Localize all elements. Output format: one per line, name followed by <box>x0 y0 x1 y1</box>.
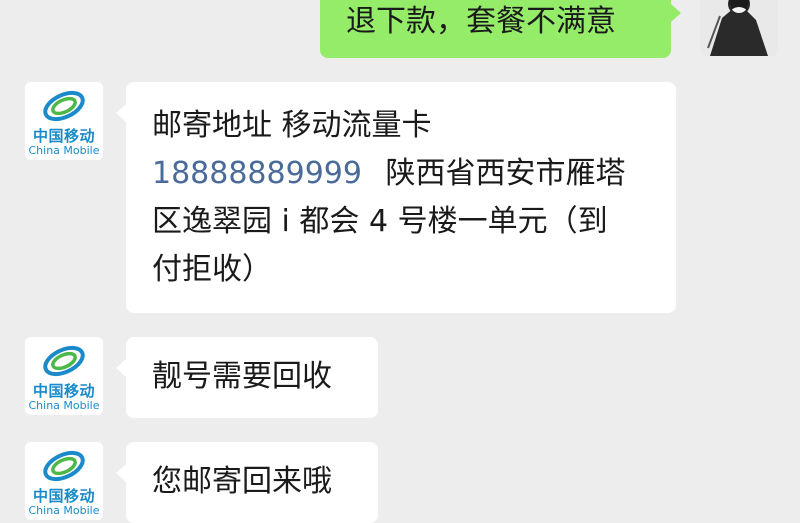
phone-number-link[interactable]: 18888889999 <box>152 156 362 191</box>
avatar-label-en: China Mobile <box>28 399 100 412</box>
message-bubble-incoming[interactable]: 邮寄地址 移动流量卡 18888889999 陕西省西安市雁塔 区逸翠园 i 都… <box>116 82 676 313</box>
user-avatar-image <box>700 0 778 56</box>
avatar-label-cn: 中国移动 <box>32 382 95 400</box>
message-text: 靓号需要回收 <box>152 359 332 394</box>
bubble-tail <box>671 4 681 22</box>
message-line: 邮寄地址 移动流量卡 <box>152 108 432 143</box>
avatar-label-cn: 中国移动 <box>32 487 95 505</box>
message-bubble-incoming[interactable]: 您邮寄回来哦 <box>116 442 378 523</box>
message-line: 付拒收） <box>152 252 272 287</box>
avatar-label-en: China Mobile <box>28 144 100 157</box>
message-text: 您邮寄回来哦 <box>152 464 332 499</box>
message-line: 区逸翠园 i 都会 4 号楼一单元（到 <box>152 204 608 239</box>
contact-avatar[interactable]: 中国移动 China Mobile <box>25 337 103 415</box>
bubble-tail <box>116 359 126 377</box>
contact-avatar[interactable]: 中国移动 China Mobile <box>25 442 103 520</box>
chat-thread: 退下款，套餐不满意 中国移动 China Mobile 邮寄地址 移动流量卡 1… <box>0 0 800 523</box>
contact-avatar[interactable]: 中国移动 China Mobile <box>25 82 103 160</box>
bubble-tail <box>116 104 126 122</box>
bubble-tail <box>116 464 126 482</box>
china-mobile-logo-icon <box>43 90 85 122</box>
message-bubble-incoming[interactable]: 靓号需要回收 <box>116 337 378 418</box>
avatar-label-cn: 中国移动 <box>32 127 95 145</box>
message-text: 陕西省西安市雁塔 <box>385 156 626 191</box>
china-mobile-logo-icon <box>43 450 85 482</box>
message-line: 18888889999 陕西省西安市雁塔 <box>152 150 676 198</box>
china-mobile-logo-icon <box>43 345 85 377</box>
message-bubble-outgoing[interactable]: 退下款，套餐不满意 <box>320 0 681 58</box>
avatar-label-en: China Mobile <box>28 504 100 517</box>
user-avatar[interactable] <box>700 0 778 56</box>
message-text: 退下款，套餐不满意 <box>346 4 616 39</box>
